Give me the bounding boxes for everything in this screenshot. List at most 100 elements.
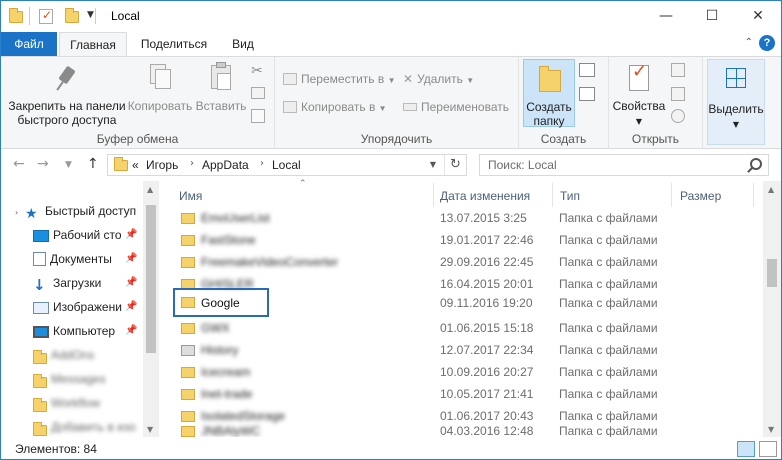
maximize-button[interactable]: ☐ bbox=[689, 1, 735, 31]
nav-pictures[interactable]: Изображени bbox=[33, 296, 122, 318]
documents-icon bbox=[33, 252, 46, 266]
tab-home[interactable]: Главная bbox=[59, 32, 127, 57]
file-date: 19.01.2017 22:46 bbox=[440, 233, 534, 247]
table-row[interactable]: GWX 01.06.2015 15:18 Папка с файлами bbox=[173, 318, 753, 339]
forward-arrow-icon[interactable]: → bbox=[37, 156, 49, 172]
nav-downloads[interactable]: ↓ Загрузки bbox=[33, 272, 101, 294]
column-divider[interactable] bbox=[552, 183, 553, 207]
refresh-icon[interactable]: ↻ bbox=[444, 155, 466, 175]
new-folder-label: Создать папку bbox=[526, 100, 572, 128]
minimize-button[interactable]: — bbox=[643, 1, 689, 31]
chevron-down-icon: ▼ bbox=[732, 120, 740, 129]
scroll-up-icon[interactable]: ▲ bbox=[768, 185, 774, 194]
column-header-name[interactable]: Имя bbox=[179, 189, 202, 203]
table-row[interactable]: JNBAlyWC 04.03.2016 12:48 Папка с файлами bbox=[173, 421, 753, 437]
select-button[interactable]: Выделить ▼ bbox=[707, 59, 765, 145]
delete-button[interactable]: ✕ Удалить ▼ bbox=[403, 69, 474, 89]
nav-blurred-item[interactable]: AddOns bbox=[33, 344, 94, 366]
rename-button[interactable]: Переименовать bbox=[403, 97, 509, 117]
nav-blurred-item[interactable]: Добавить в изо bbox=[33, 416, 136, 438]
folder-icon bbox=[181, 389, 195, 400]
nav-blurred-item[interactable]: Messages bbox=[33, 368, 106, 390]
breadcrumb-appdata[interactable]: AppData bbox=[202, 158, 249, 172]
paste-shortcut-icon[interactable] bbox=[251, 109, 265, 123]
customize-quick-access-icon[interactable]: ▼ bbox=[87, 10, 94, 20]
column-divider[interactable] bbox=[753, 183, 754, 207]
desktop-icon bbox=[33, 230, 49, 242]
copy-path-icon[interactable] bbox=[251, 87, 265, 99]
copy-to-label: Копировать в bbox=[301, 100, 376, 114]
new-item-icon[interactable] bbox=[579, 63, 595, 77]
table-row[interactable]: Icecream 10.09.2016 20:27 Папка с файлами bbox=[173, 362, 753, 383]
scroll-up-icon[interactable]: ▲ bbox=[147, 185, 153, 194]
tab-file[interactable]: Файл bbox=[1, 32, 57, 56]
select-label: Выделить bbox=[708, 102, 764, 116]
scroll-down-icon[interactable]: ▼ bbox=[147, 425, 153, 434]
table-row[interactable]: FreemakeVideoConverter 29.09.2016 22:45 Па… bbox=[173, 252, 753, 273]
copy-to-button[interactable]: Копировать в ▼ bbox=[283, 97, 387, 117]
table-row[interactable]: History 12.07.2017 22:34 Папка с файлами bbox=[173, 340, 753, 361]
ribbon: Закрепить на панели быстрого доступа Коп… bbox=[1, 56, 781, 149]
address-bar[interactable]: « Игорь › AppData › Local ▼ ↻ bbox=[107, 154, 467, 176]
file-name: GWX bbox=[201, 321, 230, 335]
nav-blurred-item[interactable]: Workflow bbox=[33, 392, 100, 414]
pin-icon bbox=[51, 61, 83, 95]
properties-quick-icon[interactable]: ✓ bbox=[39, 8, 53, 24]
column-header-size[interactable]: Размер bbox=[680, 189, 721, 203]
back-arrow-icon[interactable]: ← bbox=[13, 156, 25, 172]
column-header-type[interactable]: Тип bbox=[560, 189, 580, 203]
file-type: Папка с файлами bbox=[559, 296, 658, 310]
select-all-icon bbox=[720, 64, 752, 98]
chevron-up-icon[interactable]: ⌃ bbox=[745, 37, 753, 48]
easy-access-icon[interactable] bbox=[579, 87, 595, 101]
chevron-right-icon[interactable]: › bbox=[260, 158, 264, 169]
recent-locations-icon[interactable]: ▼ bbox=[65, 160, 72, 170]
file-type: Папка с файлами bbox=[559, 424, 658, 437]
create-group-label: Создать bbox=[540, 132, 587, 146]
file-list-scrollbar-thumb[interactable] bbox=[767, 259, 777, 287]
column-divider[interactable] bbox=[433, 183, 434, 207]
chevron-right-icon[interactable]: › bbox=[190, 158, 194, 169]
table-row[interactable]: FastStone 19.01.2017 22:46 Папка с файлами bbox=[173, 230, 753, 251]
file-list-scrollbar[interactable] bbox=[763, 181, 781, 437]
move-icon bbox=[283, 73, 297, 85]
open-file-icon[interactable] bbox=[671, 63, 685, 77]
breadcrumb-overflow[interactable]: « bbox=[132, 158, 139, 172]
nav-desktop[interactable]: Рабочий сто bbox=[33, 224, 122, 246]
file-date: 29.09.2016 22:45 bbox=[440, 255, 534, 269]
cut-icon[interactable]: ✂ bbox=[251, 63, 263, 79]
nav-documents[interactable]: Документы bbox=[33, 248, 112, 270]
new-folder-quick-icon[interactable] bbox=[65, 8, 79, 23]
tab-view[interactable]: Вид bbox=[221, 32, 265, 56]
large-icons-view-icon[interactable] bbox=[759, 441, 777, 457]
nav-scrollbar-thumb[interactable] bbox=[146, 205, 156, 353]
scroll-down-icon[interactable]: ▼ bbox=[768, 425, 774, 434]
edit-icon[interactable] bbox=[671, 87, 685, 101]
tab-share[interactable]: Поделиться bbox=[133, 32, 215, 56]
select-group: Выделить ▼ bbox=[703, 57, 767, 149]
up-arrow-icon[interactable]: ↑ bbox=[87, 156, 99, 172]
breadcrumb-user[interactable]: Игорь bbox=[146, 158, 178, 172]
breadcrumb-local[interactable]: Local bbox=[272, 158, 301, 172]
paste-button[interactable]: Вставить bbox=[195, 61, 247, 113]
pin-quick-access-button[interactable]: Закрепить на панели быстрого доступа bbox=[5, 61, 129, 127]
properties-button[interactable]: ✓ Свойства ▼ bbox=[611, 61, 667, 129]
column-divider[interactable] bbox=[671, 183, 672, 207]
details-view-icon[interactable] bbox=[737, 441, 755, 457]
pin-icon: 📌 bbox=[125, 301, 138, 312]
chevron-down-icon[interactable]: › bbox=[15, 202, 25, 224]
new-folder-button[interactable]: Создать папку bbox=[523, 59, 575, 128]
nav-computer[interactable]: Компьютер bbox=[33, 320, 115, 342]
address-history-dropdown[interactable]: ▼ bbox=[430, 160, 436, 169]
search-input[interactable]: Поиск: Local bbox=[479, 154, 769, 176]
history-icon[interactable] bbox=[671, 109, 685, 123]
close-button[interactable]: ✕ bbox=[735, 1, 781, 31]
nav-quick-access[interactable]: › ★ Быстрый доступ bbox=[15, 200, 136, 222]
table-row[interactable]: Inet-trade 10.05.2017 21:41 Папка с файлам… bbox=[173, 384, 753, 405]
help-icon[interactable]: ? bbox=[759, 35, 775, 51]
move-to-button[interactable]: Переместить в ▼ bbox=[283, 69, 396, 89]
copy-button[interactable]: Копировать bbox=[127, 61, 193, 113]
file-date: 01.06.2015 15:18 bbox=[440, 321, 534, 335]
column-header-date[interactable]: Дата изменения bbox=[440, 189, 530, 203]
table-row[interactable]: EmoUserList 13.07.2015 3:25 Папка с файлам… bbox=[173, 208, 753, 229]
